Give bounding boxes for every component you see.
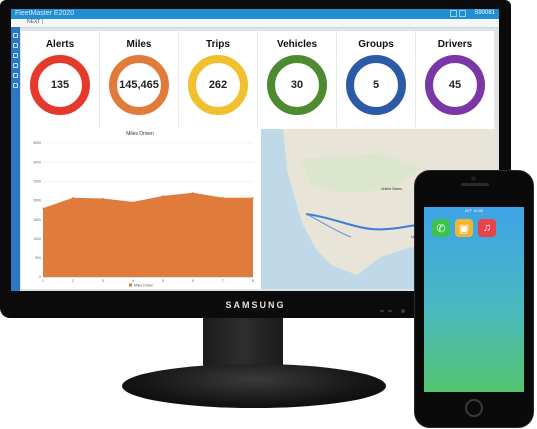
- monitor-button[interactable]: [380, 310, 384, 312]
- power-led-icon[interactable]: [401, 309, 405, 313]
- drivers-icon[interactable]: [13, 63, 18, 68]
- kpi-value: 262: [208, 79, 228, 91]
- y-tick-label: 3500: [33, 141, 41, 145]
- x-tick-label: 1: [42, 279, 44, 283]
- phone-status-bar: ATT 12:00: [464, 208, 484, 213]
- kpi-ring: 262: [188, 55, 248, 115]
- chart-svg: 0 500 1000 1500 2000 2500 3000 3500 1 2 3 4 5 6 7 8 Mile…: [33, 141, 254, 287]
- kpi-title: Drivers: [437, 39, 473, 50]
- kpi-title: Trips: [206, 39, 230, 50]
- data-point[interactable]: [192, 192, 194, 194]
- print-icon[interactable]: [450, 10, 457, 17]
- fleet-app-icon[interactable]: ▣: [455, 219, 473, 237]
- kpi-title: Vehicles: [276, 39, 318, 50]
- data-point[interactable]: [72, 197, 74, 199]
- x-tick-label: 8: [252, 279, 254, 283]
- phone-screen: ATT 12:00 ✆ ▣ ♫: [424, 207, 524, 392]
- kpi-value: 5: [372, 79, 380, 91]
- kpi-ring: 30: [267, 55, 327, 115]
- y-tick-label: 0: [39, 275, 41, 279]
- x-tick-label: 3: [102, 279, 104, 283]
- x-tick-label: 7: [222, 279, 224, 283]
- kpi-ring: 135: [30, 55, 90, 115]
- smartphone: ATT 12:00 ✆ ▣ ♫: [414, 170, 534, 428]
- phone-app-icon[interactable]: ✆: [432, 219, 450, 237]
- home-button[interactable]: [465, 399, 483, 417]
- kpi-card-miles[interactable]: Miles 145,465: [100, 31, 179, 127]
- user-id[interactable]: S90081: [474, 10, 495, 16]
- settings-icon[interactable]: [13, 83, 18, 88]
- data-point[interactable]: [222, 197, 224, 199]
- y-tick-label: 3000: [33, 160, 41, 164]
- kpi-card-vehicles[interactable]: Vehicles 30: [258, 31, 337, 127]
- kpi-title: Miles: [126, 39, 152, 50]
- legend-label[interactable]: Miles Driven: [134, 283, 153, 287]
- map-icon[interactable]: [13, 43, 18, 48]
- app-titlebar: FleetMaster E2020 S90081: [11, 9, 499, 19]
- kpi-card-groups[interactable]: Groups 5: [337, 31, 416, 127]
- kpi-value: 135: [50, 79, 70, 91]
- kpi-card-drivers[interactable]: Drivers 45: [416, 31, 495, 127]
- kpi-title: Groups: [358, 39, 394, 50]
- vehicles-icon[interactable]: [13, 53, 18, 58]
- kpi-value: 30: [290, 79, 304, 91]
- miles-driven-chart: 0 500 1000 1500 2000 2500 3000 3500 1 2 3 4 5 6 7 8 Mile…: [21, 129, 259, 289]
- y-tick-label: 2500: [33, 179, 41, 183]
- x-tick-label: 2: [72, 279, 74, 283]
- x-tick-label: 4: [132, 279, 134, 283]
- music-app-icon[interactable]: ♫: [478, 219, 496, 237]
- app-title: FleetMaster E2020: [15, 10, 75, 17]
- y-tick-label: 1500: [33, 218, 41, 222]
- data-point[interactable]: [42, 207, 44, 209]
- data-point[interactable]: [102, 197, 104, 200]
- data-point[interactable]: [162, 195, 164, 197]
- sidebar: [11, 27, 20, 291]
- kpi-value: 45: [448, 79, 462, 91]
- kpi-title: Alerts: [45, 39, 75, 50]
- x-tick-label: 5: [162, 279, 164, 283]
- monitor-stand-base: [122, 364, 386, 408]
- area-series[interactable]: [43, 192, 253, 277]
- map-country-label: United States: [381, 187, 403, 191]
- kpi-card-trips[interactable]: Trips 262: [179, 31, 258, 127]
- kpi-card-alerts[interactable]: Alerts 135: [21, 31, 100, 127]
- kpi-ring: 5: [346, 55, 406, 115]
- account-icon[interactable]: [459, 10, 466, 17]
- camera-icon: [471, 176, 476, 181]
- y-tick-label: 1000: [33, 237, 41, 241]
- kpi-ring: 45: [425, 55, 485, 115]
- y-tick-label: 500: [35, 256, 41, 260]
- y-tick-label: 2000: [33, 199, 41, 203]
- monitor-button[interactable]: [388, 310, 392, 312]
- data-point[interactable]: [252, 197, 254, 199]
- speaker-grille: [461, 183, 489, 186]
- x-tick-label: 6: [192, 279, 194, 283]
- kpi-ring: 145,465: [109, 55, 169, 115]
- menu-bar: NEXT |: [11, 19, 499, 28]
- data-point[interactable]: [132, 201, 134, 203]
- legend-swatch[interactable]: [129, 283, 132, 287]
- reports-icon[interactable]: [13, 73, 18, 78]
- kpi-value: 145,465: [119, 79, 159, 91]
- dashboard-icon[interactable]: [13, 33, 18, 38]
- chart-title: Miles Driven: [126, 131, 154, 137]
- menu-next[interactable]: NEXT |: [27, 19, 43, 25]
